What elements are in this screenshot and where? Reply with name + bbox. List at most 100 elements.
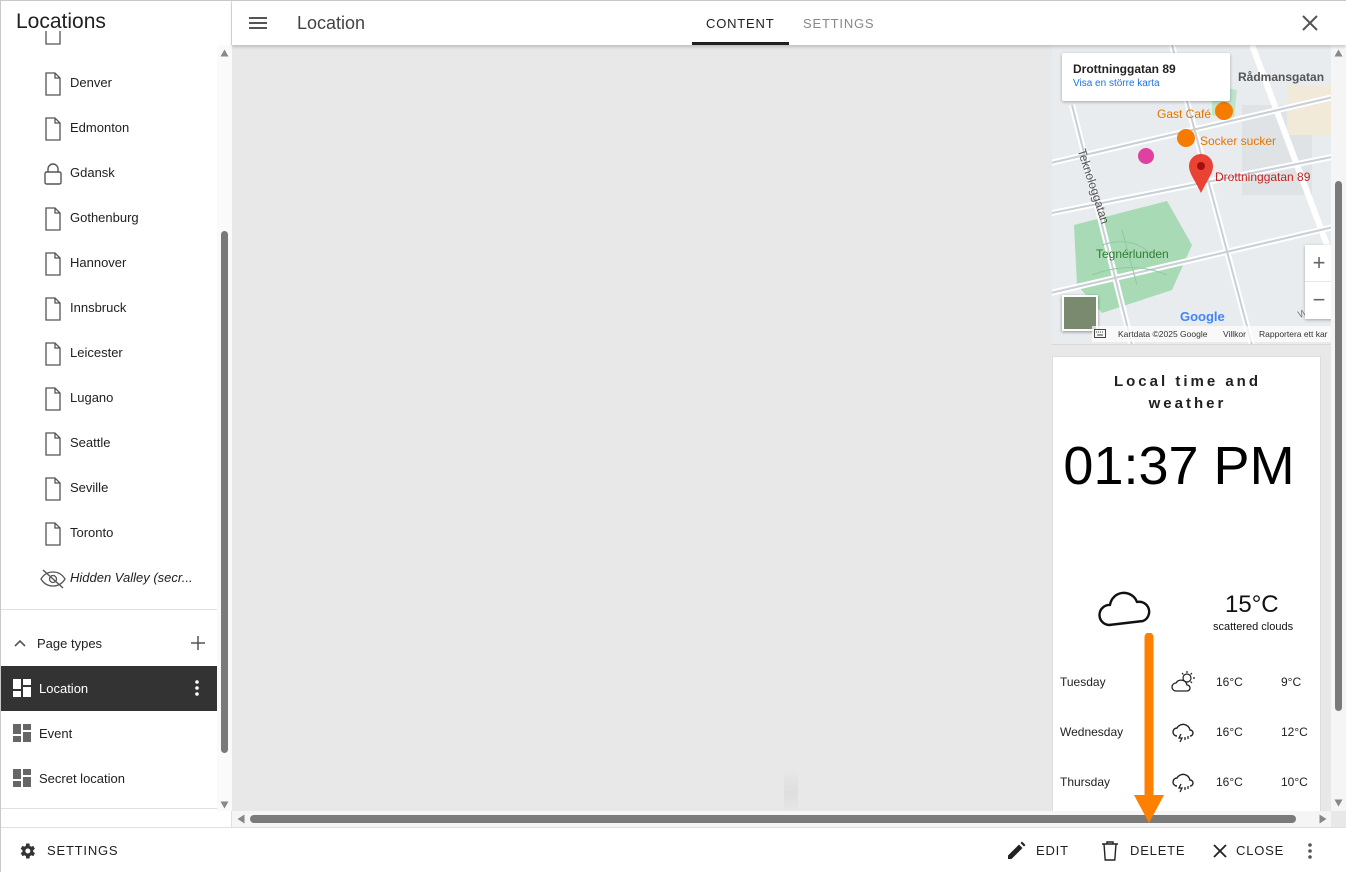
page-types-header[interactable]: Page types: [1, 621, 217, 665]
page-icon: [45, 72, 61, 96]
page-icon: [45, 522, 61, 546]
forecast-row: Tuesday 16°C 9°C: [1053, 667, 1320, 697]
tree-item-hannover[interactable]: Hannover: [1, 241, 217, 286]
page-icon: [45, 117, 61, 141]
tree-item-label: Hannover: [70, 255, 127, 270]
tree-item-label: Gothenburg: [70, 210, 139, 225]
tree-item-seville[interactable]: Seville: [1, 466, 217, 511]
page-icon: [45, 252, 61, 276]
forecast-high: 16°C: [1216, 725, 1243, 739]
scroll-left-arrow-icon[interactable]: [237, 814, 245, 824]
bottom-toolbar: SETTINGS EDIT DELETE CLOSE: [1, 827, 1346, 872]
gear-icon: [20, 843, 35, 858]
chevron-up-icon[interactable]: [12, 635, 28, 651]
scroll-down-arrow-icon[interactable]: [1334, 799, 1343, 807]
scroll-up-arrow-icon[interactable]: [1334, 49, 1343, 57]
tree-item-partial[interactable]: [1, 31, 217, 45]
map-poi-label[interactable]: Socker sucker: [1200, 134, 1276, 148]
page-icon: [45, 297, 61, 321]
map-widget[interactable]: Drottninggatan 89 Visa en större karta R…: [1052, 45, 1331, 345]
larger-map-link[interactable]: Visa en större karta: [1073, 78, 1160, 89]
menu-icon[interactable]: [248, 13, 268, 33]
page-type-location[interactable]: Location: [1, 666, 217, 711]
close-button-label: CLOSE: [1236, 843, 1285, 858]
rain-cloud-icon: [1172, 723, 1194, 743]
close-button[interactable]: CLOSE: [1212, 828, 1284, 873]
tree-item-leicester[interactable]: Leicester: [1, 331, 217, 376]
close-icon[interactable]: [1300, 13, 1320, 33]
scroll-up-arrow-icon[interactable]: [220, 49, 229, 57]
page-title: Location: [297, 13, 366, 33]
more-vert-icon[interactable]: [191, 678, 203, 698]
keyboard-icon[interactable]: [1094, 329, 1106, 338]
page-icon: [45, 342, 61, 366]
edit-button[interactable]: EDIT: [1006, 828, 1069, 873]
settings-button[interactable]: SETTINGS: [17, 828, 118, 873]
drag-shadow: [784, 770, 798, 815]
scroll-right-arrow-icon[interactable]: [1319, 814, 1327, 824]
page-icon: [45, 31, 61, 45]
zoom-out-button[interactable]: −: [1305, 281, 1331, 317]
forecast-day: Wednesday: [1060, 725, 1124, 739]
page-type-secret-location[interactable]: Secret location: [1, 756, 217, 801]
forecast-row: Wednesday 16°C 12°C: [1053, 717, 1320, 747]
forecast-low: 12°C: [1281, 725, 1308, 739]
settings-button-label: SETTINGS: [47, 843, 119, 858]
tree-item-lugano[interactable]: Lugano: [1, 376, 217, 421]
editor-topbar: Location CONTENT SETTINGS: [232, 1, 1346, 45]
map-pin-label[interactable]: Drottninggatan 89: [1215, 170, 1310, 184]
tree-item-gothenburg[interactable]: Gothenburg: [1, 196, 217, 241]
forecast-high: 16°C: [1216, 775, 1243, 789]
delete-button[interactable]: DELETE: [1100, 828, 1185, 873]
map-report-link[interactable]: Rapportera ett kar: [1259, 329, 1328, 339]
weather-description: scattered clouds: [1213, 621, 1294, 633]
page-type-event[interactable]: Event: [1, 711, 217, 756]
map-terms-link[interactable]: Villkor: [1223, 329, 1246, 339]
tree-item-label: Toronto: [70, 525, 114, 540]
page-icon: [45, 387, 61, 411]
map-attribution: Kartdata ©2025 Google Villkor Rapportera…: [1092, 326, 1331, 342]
tree-item-toronto[interactable]: Toronto: [1, 511, 217, 556]
page-type-label: Location: [39, 681, 89, 696]
active-tab-indicator: [692, 42, 789, 45]
local-time: 01:37 PM: [1063, 436, 1295, 496]
content-vertical-scrollbar-thumb[interactable]: [1335, 181, 1342, 711]
tree-item-hidden-valley[interactable]: Hidden Valley (secr...: [1, 556, 217, 601]
pencil-icon: [1008, 841, 1026, 859]
scroll-down-arrow-icon[interactable]: [220, 801, 229, 809]
forecast-high: 16°C: [1216, 675, 1243, 689]
rain-cloud-icon: [1172, 773, 1194, 793]
dashboard-icon: [13, 724, 31, 742]
tree-item-seattle[interactable]: Seattle: [1, 421, 217, 466]
page-icon: [45, 207, 61, 231]
map-data-credit: Kartdata ©2025 Google: [1118, 329, 1208, 339]
tree-item-label: Innsbruck: [70, 300, 127, 315]
close-icon: [1213, 843, 1227, 858]
tab-content[interactable]: CONTENT: [706, 16, 774, 31]
map-park-label: Tegnérlunden: [1096, 247, 1169, 261]
add-icon[interactable]: [189, 634, 207, 652]
tree-item-label: Denver: [70, 75, 112, 90]
more-vert-icon: [1308, 842, 1312, 859]
more-options-button[interactable]: [1304, 828, 1326, 873]
partly-sunny-icon: [1171, 671, 1195, 692]
tree-item-gdansk[interactable]: Gdansk: [1, 151, 217, 196]
tree-item-label: Gdansk: [70, 165, 115, 180]
tree-item-edmonton[interactable]: Edmonton: [1, 106, 217, 151]
weather-widget: Local time and weather 01:37 PM 15°C sca…: [1052, 356, 1321, 811]
google-logo: Google: [1180, 309, 1225, 324]
sidebar-scrollbar-thumb[interactable]: [221, 231, 228, 753]
dashboard-icon: [13, 679, 31, 697]
edit-button-label: EDIT: [1036, 843, 1069, 858]
page-type-label: Secret location: [39, 771, 125, 786]
tree-item-denver[interactable]: Denver: [1, 61, 217, 106]
map-street-label: Rådmansgatan: [1238, 70, 1325, 84]
map-poi-label[interactable]: Gast Café: [1157, 107, 1211, 121]
forecast-day: Tuesday: [1060, 675, 1106, 689]
tree-item-label: Seattle: [70, 435, 111, 450]
tab-settings[interactable]: SETTINGS: [803, 16, 874, 31]
map-address-card: Drottninggatan 89 Visa en större karta: [1062, 53, 1230, 101]
tree-item-label: Leicester: [70, 345, 123, 360]
zoom-in-button[interactable]: +: [1305, 245, 1331, 281]
tree-item-innsbruck[interactable]: Innsbruck: [1, 286, 217, 331]
